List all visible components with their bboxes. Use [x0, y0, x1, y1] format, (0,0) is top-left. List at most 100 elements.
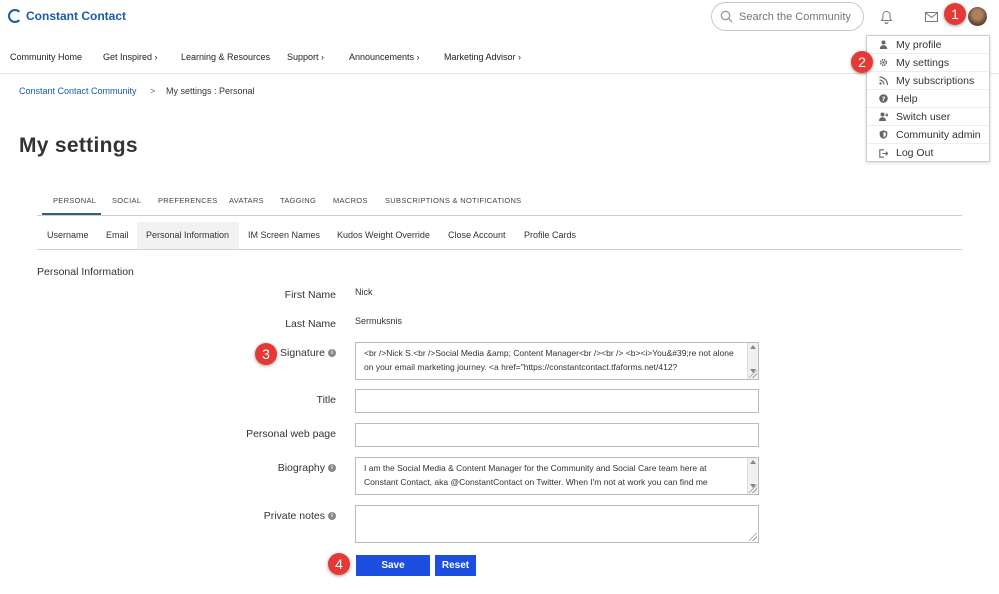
menu-item-log-out[interactable]: Log Out [867, 144, 989, 162]
signature-text: <br />Nick S.<br />Social Media &amp; Co… [364, 348, 734, 372]
tabs-divider [37, 215, 962, 216]
page-title: My settings [19, 134, 138, 157]
label-text: Last Name [285, 318, 336, 330]
gear-icon [879, 58, 888, 67]
logout-icon [879, 148, 888, 158]
rss-icon [879, 76, 888, 85]
switch-user-icon [879, 112, 888, 121]
annotation-badge-4: 4 [328, 553, 350, 575]
logo-text: Constant Contact [26, 9, 126, 23]
tab-preferences[interactable]: PREFERENCES [158, 196, 218, 205]
nav-item-label: Announcements [349, 52, 415, 62]
last-name-value: Sermuksnis [355, 316, 403, 326]
annotation-badge-1: 1 [944, 3, 966, 25]
label-text: Private notes [263, 510, 325, 522]
first-name-value: Nick [355, 287, 373, 297]
nav-item-label: Marketing Advisor [444, 52, 516, 62]
nav-item-support[interactable]: Support › [287, 52, 324, 62]
menu-item-help[interactable]: ? Help [867, 90, 989, 108]
user-dropdown-menu: My profile My settings My subscriptions … [866, 35, 990, 162]
first-name-label: First Name [285, 289, 336, 301]
bell-icon[interactable] [880, 10, 893, 24]
svg-text:?: ? [882, 95, 886, 103]
resize-handle[interactable] [749, 370, 757, 378]
subtab-im-screen-names[interactable]: IM Screen Names [248, 222, 320, 249]
menu-item-label: Switch user [896, 110, 951, 123]
main-nav: Community Home Get Inspired › Learning &… [0, 52, 999, 64]
web-page-input[interactable] [355, 423, 759, 447]
section-title: Personal Information [37, 266, 134, 278]
private-notes-label: Private notes i [264, 510, 336, 522]
menu-item-label: Log Out [896, 147, 934, 159]
biography-text: I am the Social Media & Content Manager … [364, 463, 708, 487]
last-name-label: Last Name [285, 318, 336, 330]
nav-item-get-inspired[interactable]: Get Inspired › [103, 52, 158, 62]
nav-item-learning-resources[interactable]: Learning & Resources [181, 52, 270, 62]
menu-item-my-settings[interactable]: My settings [867, 54, 989, 72]
resize-handle[interactable] [749, 485, 757, 493]
biography-label: Biography i [278, 462, 336, 474]
label-text: Signature [280, 347, 325, 359]
tab-personal[interactable]: PERSONAL [53, 196, 96, 205]
private-notes-textarea[interactable] [355, 505, 759, 543]
subtabs-divider [37, 249, 962, 250]
breadcrumb-current: My settings : Personal [166, 86, 255, 96]
label-text: First Name [284, 289, 336, 301]
menu-item-label: My profile [896, 38, 942, 51]
menu-item-community-admin[interactable]: Community admin [867, 126, 989, 144]
tab-social[interactable]: SOCIAL [112, 196, 141, 205]
mail-icon[interactable] [925, 12, 938, 22]
biography-textarea[interactable]: I am the Social Media & Content Manager … [355, 457, 759, 495]
nav-item-label: Get Inspired [103, 52, 153, 62]
breadcrumb-separator: > [150, 86, 156, 96]
header-divider [0, 73, 999, 74]
secondary-tabs: Username Email Personal Information IM S… [0, 222, 999, 249]
constant-contact-logo[interactable]: Constant Contact [8, 9, 126, 23]
search-input[interactable] [739, 10, 854, 23]
web-page-label: Personal web page [246, 428, 336, 440]
info-icon[interactable]: i [328, 464, 336, 472]
subtab-username[interactable]: Username [47, 222, 89, 249]
nav-item-label: Support [287, 52, 319, 62]
tab-macros[interactable]: MACROS [333, 196, 368, 205]
logo-icon [8, 9, 22, 23]
nav-item-community-home[interactable]: Community Home [10, 52, 82, 62]
signature-label: Signature i [280, 347, 336, 359]
label-text: Biography [277, 462, 325, 474]
tab-tagging[interactable]: TAGGING [280, 196, 316, 205]
label-text: Title [316, 394, 336, 406]
subtab-personal-information[interactable]: Personal Information [146, 222, 229, 249]
reset-button[interactable]: Reset [435, 555, 476, 576]
subtab-email[interactable]: Email [106, 222, 129, 249]
menu-item-label: My settings [896, 56, 950, 69]
title-input[interactable] [355, 389, 759, 413]
search-box[interactable] [711, 2, 864, 31]
user-avatar[interactable] [968, 7, 987, 26]
info-icon[interactable]: i [328, 349, 336, 357]
help-icon: ? [879, 94, 888, 103]
nav-item-marketing-advisor[interactable]: Marketing Advisor › [444, 52, 521, 62]
subtab-kudos-weight-override[interactable]: Kudos Weight Override [337, 222, 430, 249]
menu-item-label: My subscriptions [896, 74, 975, 87]
subtab-close-account[interactable]: Close Account [448, 222, 506, 249]
title-label: Title [317, 394, 336, 406]
signature-textarea[interactable]: <br />Nick S.<br />Social Media &amp; Co… [355, 342, 759, 380]
resize-handle[interactable] [749, 533, 757, 541]
info-icon[interactable]: i [328, 512, 336, 520]
shield-icon [879, 130, 888, 139]
nav-item-announcements[interactable]: Announcements › [349, 52, 420, 62]
menu-item-label: Help [896, 92, 918, 105]
search-icon [720, 10, 733, 23]
breadcrumb-home[interactable]: Constant Contact Community [19, 86, 137, 96]
tab-avatars[interactable]: AVATARS [229, 196, 264, 205]
label-text: Personal web page [246, 428, 336, 440]
menu-item-my-profile[interactable]: My profile [867, 36, 989, 54]
menu-item-my-subscriptions[interactable]: My subscriptions [867, 72, 989, 90]
save-button[interactable]: Save [356, 555, 430, 576]
menu-item-switch-user[interactable]: Switch user [867, 108, 989, 126]
user-icon [879, 40, 888, 49]
annotation-badge-3: 3 [255, 343, 277, 365]
tab-subscriptions-notifications[interactable]: SUBSCRIPTIONS & NOTIFICATIONS [385, 196, 522, 205]
menu-item-label: Community admin [896, 128, 981, 141]
subtab-profile-cards[interactable]: Profile Cards [524, 222, 576, 249]
